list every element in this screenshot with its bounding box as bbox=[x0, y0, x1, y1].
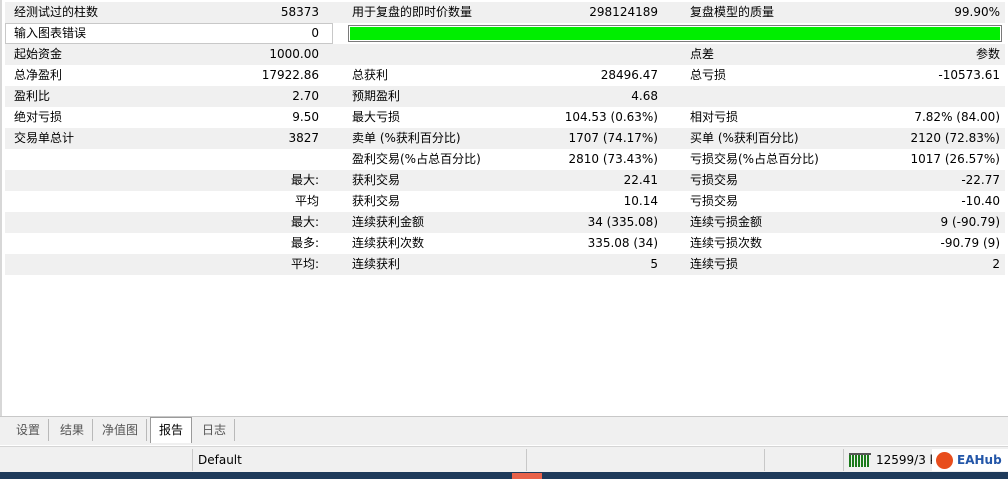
report-row: 平均 获利交易 10.14 亏损交易 -10.40 bbox=[5, 191, 1005, 212]
tab-1[interactable]: 结果 bbox=[52, 419, 94, 441]
report-value: -10573.61 bbox=[938, 68, 1000, 82]
report-value: 34 (335.08) bbox=[587, 215, 658, 229]
report-row: 绝对亏损 9.50 最大亏损 104.53 (0.63%) 相对亏损 7.82% (84.… bbox=[5, 107, 1005, 128]
tester-tab-bar: 设置 结果 净值图 报告 日志 bbox=[0, 416, 1008, 445]
report-value: 1000.00 bbox=[269, 47, 319, 61]
report-value: 9 (-90.79) bbox=[940, 215, 1001, 229]
report-row: 平均: 连续获利 5 连续亏损 2 bbox=[5, 254, 1005, 275]
report-row: 起始资金 1000.00 点差 参数 bbox=[5, 44, 1005, 65]
report-row: 输入图表错误 0 bbox=[5, 23, 1005, 44]
taskbar-app-icon[interactable] bbox=[512, 473, 542, 479]
os-taskbar bbox=[0, 472, 1008, 479]
report-row: 总净盈利 17922.86 总获利 28496.47 总亏损 -10573.61 bbox=[5, 65, 1005, 86]
status-separator bbox=[843, 449, 844, 471]
connection-bars-icon[interactable] bbox=[849, 453, 871, 467]
report-value: 22.41 bbox=[623, 173, 658, 187]
report-row: 盈利比 2.70 预期盈利 4.68 bbox=[5, 86, 1005, 107]
report-value: 参数 bbox=[975, 47, 1000, 61]
report-row: 经测试过的柱数 58373 用于复盘的即时价数量 298124189 复盘模型的质量 99… bbox=[5, 2, 1005, 23]
report-value: -22.77 bbox=[961, 173, 1000, 187]
report-value: 0 bbox=[311, 26, 319, 40]
report-value bbox=[684, 86, 1000, 107]
report-row: 交易单总计 3827 卖单 (%获利百分比) 1707 (74.17%) 买单 (%获利… bbox=[5, 128, 1005, 149]
report-value: 335.08 (34) bbox=[587, 236, 658, 250]
report-value: -10.40 bbox=[961, 194, 1000, 208]
strategy-report: 经测试过的柱数 58373 用于复盘的即时价数量 298124189 复盘模型的质量 99… bbox=[0, 0, 1006, 416]
tab-0[interactable]: 设置 bbox=[8, 419, 50, 441]
report-value: 2810 (73.43%) bbox=[568, 152, 658, 166]
report-value: -90.79 (9) bbox=[940, 236, 1001, 250]
profile-name[interactable]: Default bbox=[198, 447, 242, 473]
report-value: 298124189 bbox=[589, 5, 658, 19]
report-value: 99.90% bbox=[954, 5, 1000, 19]
report-value: 10.14 bbox=[623, 194, 658, 208]
status-separator bbox=[764, 449, 765, 471]
report-value: 最大: bbox=[290, 215, 319, 229]
report-row: 最多: 连续获利次数 335.08 (34) 连续亏损次数 -90.79 (9) bbox=[5, 233, 1005, 254]
eahub-logo-icon bbox=[936, 452, 953, 469]
model-quality-progress-bar bbox=[348, 25, 1002, 42]
report-value: 17922.86 bbox=[261, 68, 319, 82]
report-value: 2 bbox=[992, 257, 1000, 271]
report-value: 最多: bbox=[290, 236, 319, 250]
report-row: 最大: 连续获利金额 34 (335.08) 连续亏损金额 9 (-90.79) bbox=[5, 212, 1005, 233]
report-row: 盈利交易(%占总百分比) 2810 (73.43%) 亏损交易(%占总百分比) 101… bbox=[5, 149, 1005, 170]
status-separator bbox=[526, 449, 527, 471]
report-value: 最大: bbox=[290, 173, 319, 187]
report-value: 5 bbox=[650, 257, 658, 271]
tab-4[interactable]: 日志 bbox=[194, 419, 236, 441]
report-value: 1017 (26.57%) bbox=[910, 152, 1000, 166]
watermark: EAHub bbox=[932, 449, 1008, 471]
report-row: 最大: 获利交易 22.41 亏损交易 -22.77 bbox=[5, 170, 1005, 191]
report-value: 3827 bbox=[288, 131, 319, 145]
report-value: 2.70 bbox=[292, 89, 319, 103]
report-value: 平均 bbox=[294, 194, 319, 208]
model-quality-progress-fill bbox=[350, 27, 1000, 40]
report-value bbox=[5, 149, 319, 170]
report-value: 4.68 bbox=[631, 89, 658, 103]
report-value: 7.82% (84.00) bbox=[914, 110, 1000, 124]
report-value: 平均: bbox=[290, 257, 319, 271]
report-value: 9.50 bbox=[292, 110, 319, 124]
report-value: 1707 (74.17%) bbox=[568, 131, 658, 145]
report-value: 58373 bbox=[280, 5, 319, 19]
watermark-text: EAHub bbox=[957, 453, 1002, 467]
tab-2[interactable]: 净值图 bbox=[94, 419, 148, 441]
report-value bbox=[346, 44, 658, 65]
status-separator bbox=[192, 449, 193, 471]
status-bar: Default 12599/3 kb bbox=[0, 446, 1008, 473]
report-value: 28496.47 bbox=[600, 68, 658, 82]
report-value: 104.53 (0.63%) bbox=[564, 110, 658, 124]
report-value: 2120 (72.83%) bbox=[910, 131, 1000, 145]
tab-3[interactable]: 报告 bbox=[150, 417, 193, 443]
